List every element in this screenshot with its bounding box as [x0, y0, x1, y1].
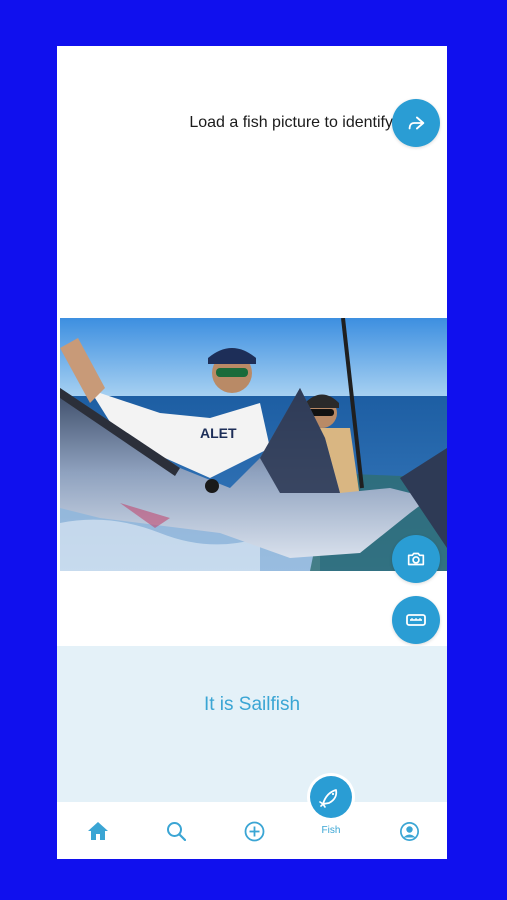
result-text: It is Sailfish	[203, 694, 301, 715]
svg-text:ALET: ALET	[200, 425, 237, 441]
instruction-text: Load a fish picture to identify	[189, 114, 393, 131]
add-circle-icon	[244, 821, 264, 841]
image-icon	[406, 614, 426, 626]
search-icon	[167, 822, 186, 841]
fish-icon	[319, 789, 338, 808]
app-screen: Load a fish picture to identify ALET It …	[57, 46, 447, 859]
share-icon	[408, 116, 425, 130]
result-panel	[57, 646, 447, 802]
fish-photo: ALET	[60, 318, 447, 571]
tab-fish-label: Fish	[321, 825, 341, 836]
tab-search[interactable]	[161, 816, 191, 846]
tab-profile[interactable]	[394, 816, 424, 846]
profile-icon	[399, 821, 419, 841]
share-button[interactable]	[392, 99, 440, 147]
camera-icon	[407, 552, 425, 566]
camera-button[interactable]	[392, 535, 440, 583]
tab-fish[interactable]	[310, 776, 352, 818]
tab-home[interactable]	[83, 816, 113, 846]
home-icon	[88, 822, 108, 840]
gallery-button[interactable]	[392, 596, 440, 644]
wave-divider	[57, 646, 447, 658]
tab-add[interactable]	[239, 816, 269, 846]
tab-bar	[57, 802, 447, 859]
